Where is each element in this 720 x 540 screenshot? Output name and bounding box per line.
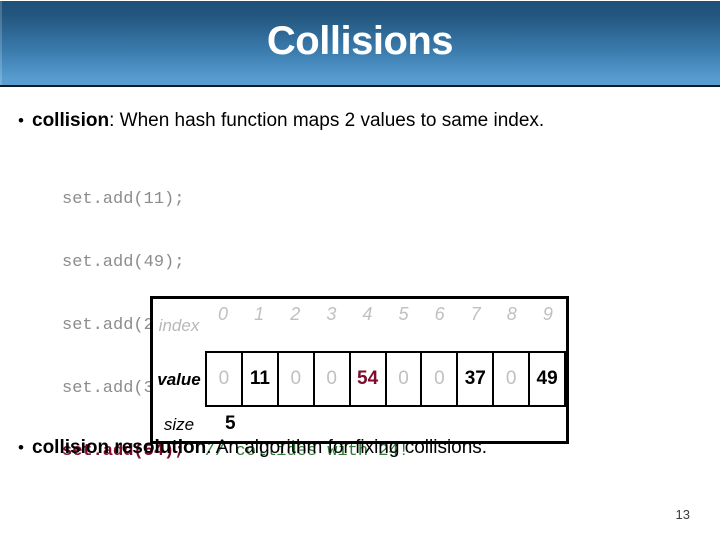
index-cell-group: 0 1 2 3 4 5 6 7 8 9 bbox=[205, 299, 566, 351]
page-title: Collisions bbox=[266, 19, 454, 63]
row-label-value: value bbox=[157, 369, 201, 389]
index-cell: 3 bbox=[326, 304, 337, 324]
index-cell: 9 bbox=[542, 304, 553, 324]
index-cell: 1 bbox=[254, 304, 265, 324]
bullet-dot-icon: • bbox=[18, 111, 24, 130]
index-cell: 8 bbox=[506, 304, 517, 324]
bullet-text: : When hash function maps 2 values to sa… bbox=[109, 110, 545, 131]
bullet-collision-resolution-definition: • collision resolution: An algorithm for … bbox=[18, 437, 487, 459]
value-cell-group: 0 11 0 0 54 0 0 37 0 49 bbox=[205, 351, 567, 407]
value-cell: 49 bbox=[530, 353, 567, 405]
value-cell: 54 bbox=[350, 353, 387, 405]
bullet-dot-icon: • bbox=[18, 438, 24, 457]
row-label-index: index bbox=[158, 315, 200, 335]
table-row-index: index 0 1 2 3 4 5 6 7 8 9 bbox=[153, 299, 566, 351]
table-row-value: value 0 11 0 0 54 0 0 37 0 49 bbox=[153, 351, 567, 407]
value-cell: 0 bbox=[207, 353, 243, 405]
value-cell: 0 bbox=[494, 353, 531, 405]
index-cell: 4 bbox=[362, 304, 373, 324]
bullet-term: collision resolution bbox=[32, 437, 207, 458]
index-cell: 2 bbox=[290, 304, 301, 324]
value-cell: 0 bbox=[422, 353, 459, 405]
table-row-size: size 5 bbox=[153, 407, 566, 441]
value-cell: 11 bbox=[242, 353, 279, 405]
index-cell: 5 bbox=[398, 304, 409, 324]
code-line-text: set.add(49); bbox=[62, 253, 185, 272]
page-number: 13 bbox=[675, 507, 690, 522]
index-cell: 0 bbox=[218, 304, 229, 324]
slide-title-banner: Collisions bbox=[0, 1, 720, 87]
size-value: 5 bbox=[225, 413, 236, 434]
hash-array-table: index 0123456789 value 0 11 0 0 54 0 0 37 0 49 si… bbox=[150, 296, 569, 444]
row-label-size: size bbox=[163, 414, 195, 434]
code-line: set.add(49); bbox=[62, 252, 409, 273]
index-cell: 6 bbox=[434, 304, 445, 324]
value-cell: 0 bbox=[278, 353, 315, 405]
code-line: set.add(11); bbox=[62, 189, 409, 210]
value-cell: 0 bbox=[314, 353, 351, 405]
value-cell: 0 bbox=[386, 353, 423, 405]
value-cell: 37 bbox=[458, 353, 495, 405]
bullet-collision-definition: • collision: When hash function maps 2 va… bbox=[18, 110, 544, 132]
bullet-term: collision bbox=[32, 110, 110, 131]
index-cell: 7 bbox=[470, 304, 481, 324]
code-line-text: set.add(11); bbox=[62, 190, 185, 209]
bullet-text: : An algorithm for fixing collisions. bbox=[206, 437, 488, 458]
